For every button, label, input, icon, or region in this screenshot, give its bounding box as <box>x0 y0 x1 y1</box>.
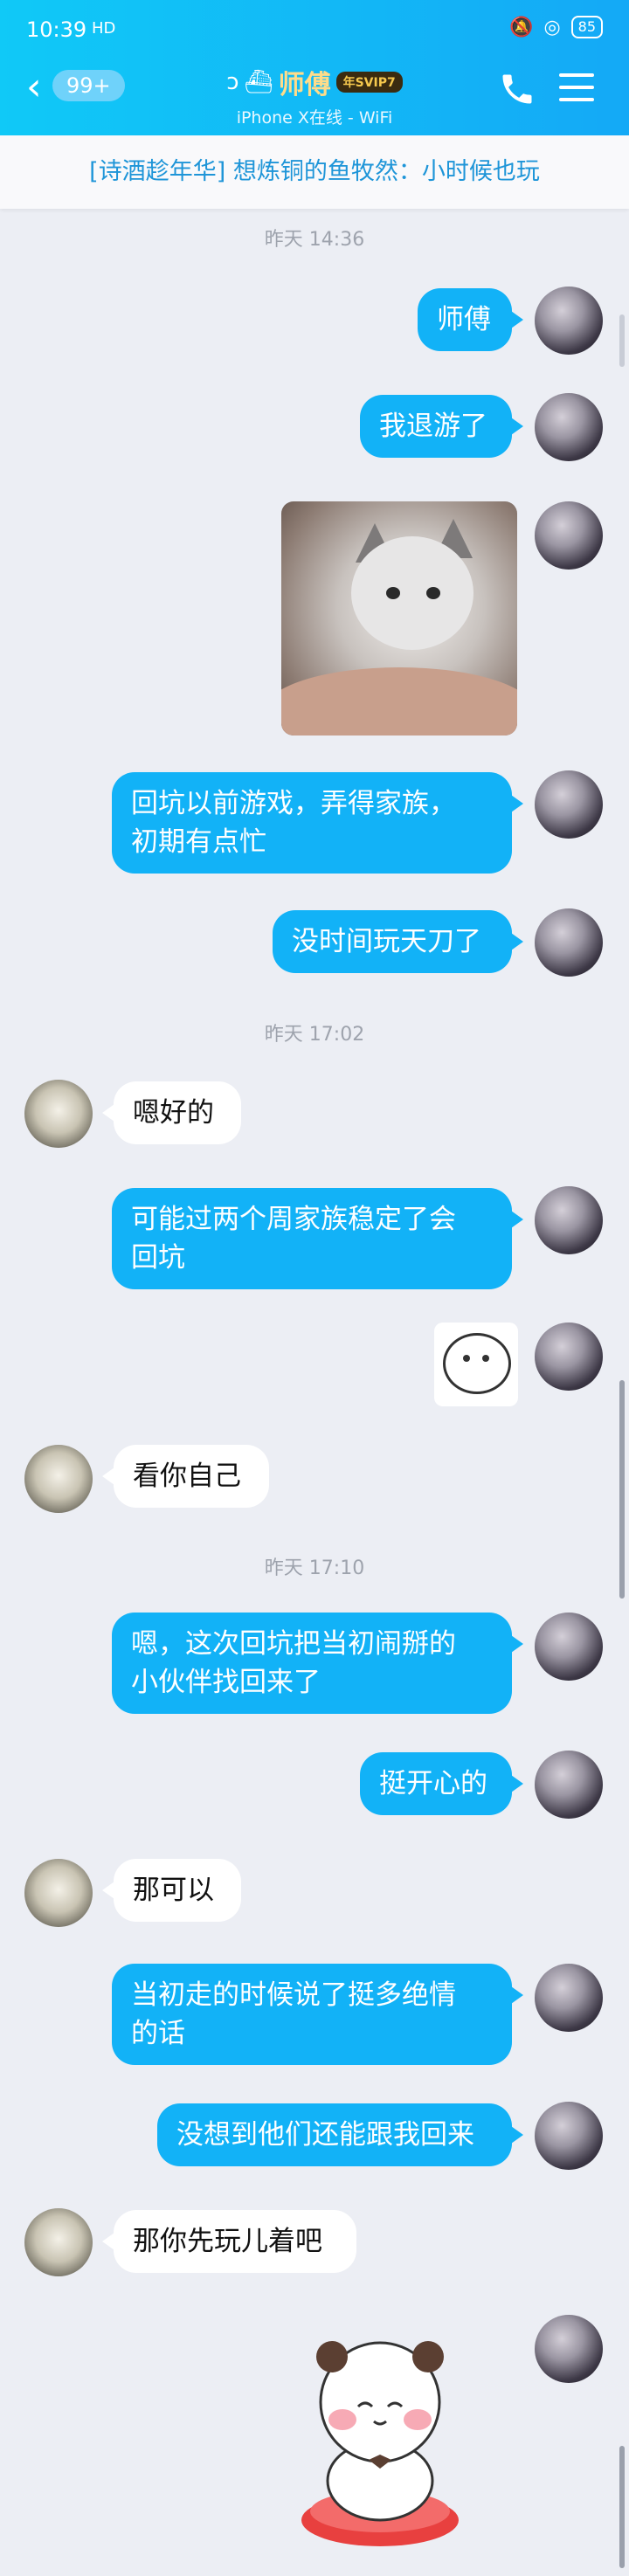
status-icons: 🔕 ◎ 85 <box>509 16 603 38</box>
timestamp: 昨天 14:36 <box>264 229 365 251</box>
my-avatar[interactable] <box>535 2315 603 2383</box>
outgoing-message[interactable]: 师傅 <box>418 288 512 351</box>
incoming-message[interactable]: 看你自己 <box>114 1445 269 1508</box>
blob-face-sticker[interactable] <box>434 1323 518 1406</box>
status-time: 10:39 <box>26 17 87 42</box>
incoming-message[interactable]: 那你先玩儿着吧 <box>114 2210 356 2273</box>
my-avatar[interactable] <box>535 2102 603 2170</box>
svip-badge: 年SVIP7 <box>335 72 403 93</box>
contact-name: 师傅 <box>278 70 331 100</box>
chat-header: 10:39 HD 🔕 ◎ 85 ‹ 99+ ↄ ⛴ 师傅 年SVIP7 iPho… <box>0 0 629 135</box>
outgoing-message[interactable]: 可能过两个周家族稳定了会 回坑 <box>112 1188 512 1289</box>
my-avatar[interactable] <box>535 1186 603 1254</box>
location-icon: ◎ <box>543 16 561 38</box>
nav-bar: ‹ 99+ ↄ ⛴ 师傅 年SVIP7 iPhone X在线 - WiFi <box>0 61 629 135</box>
bubble-tail <box>511 1211 523 1228</box>
outgoing-message[interactable]: 当初走的时候说了挺多绝情 的话 <box>112 1964 512 2065</box>
contact-avatar[interactable] <box>24 1080 93 1148</box>
contact-avatar[interactable] <box>24 2208 93 2276</box>
chat-title[interactable]: ↄ ⛴ 师傅 年SVIP7 iPhone X在线 - WiFi <box>201 63 428 128</box>
my-avatar[interactable] <box>535 287 603 355</box>
menu-icon[interactable] <box>559 73 594 105</box>
bubble-tail <box>511 795 523 812</box>
outgoing-message[interactable]: 我退游了 <box>360 395 512 458</box>
bubble-tail <box>102 1468 114 1485</box>
battery-icon: 85 <box>570 16 603 38</box>
my-avatar[interactable] <box>535 1751 603 1819</box>
outgoing-message[interactable]: 没时间玩天刀了 <box>273 910 512 973</box>
bubble-tail <box>511 1986 523 2004</box>
bubble-tail <box>511 311 523 328</box>
outgoing-message[interactable]: 嗯，这次回坑把当初闹掰的 小伙伴找回来了 <box>112 1613 512 1714</box>
sticker-eye <box>463 1355 470 1362</box>
bubble-tail <box>102 2233 114 2250</box>
outgoing-message[interactable]: 没想到他们还能跟我回来 <box>157 2103 512 2166</box>
bubble-tail <box>102 1104 114 1122</box>
back-chevron-icon[interactable]: ‹ <box>26 68 42 107</box>
sticker-eye <box>482 1355 489 1362</box>
cat-eye <box>426 587 440 599</box>
outgoing-message[interactable]: 挺开心的 <box>360 1752 512 1815</box>
bubble-tail <box>102 1882 114 1899</box>
timestamp: 昨天 17:02 <box>264 1024 365 1046</box>
cat-head <box>351 536 473 650</box>
scrollbar-thumb[interactable] <box>619 2446 625 2568</box>
bubble-tail <box>511 1775 523 1792</box>
phone-icon[interactable] <box>498 70 536 108</box>
bubble-tail <box>511 933 523 950</box>
mute-icon: 🔕 <box>509 16 534 38</box>
bubble-tail <box>511 418 523 435</box>
my-avatar[interactable] <box>535 770 603 839</box>
contact-avatar[interactable] <box>24 1859 93 1927</box>
ear-icon: ↄ <box>226 69 239 95</box>
my-avatar[interactable] <box>535 1613 603 1681</box>
group-notice-banner[interactable]: [诗酒趁年华] 想炼铜的鱼牧然：小时候也玩 <box>0 135 629 209</box>
hand-shape <box>281 667 517 736</box>
bubble-tail <box>511 2126 523 2144</box>
signal-indicator: HD <box>92 19 116 38</box>
incoming-message[interactable]: 嗯好的 <box>114 1081 241 1144</box>
timestamp: 昨天 17:10 <box>264 1557 365 1579</box>
outgoing-message[interactable]: 回坑以前游戏，弄得家族， 初期有点忙 <box>112 772 512 874</box>
bubble-tail <box>511 1635 523 1653</box>
panda-sticker[interactable] <box>288 2324 472 2551</box>
ship-icon: ⛴ <box>244 69 273 95</box>
incoming-message[interactable]: 那可以 <box>114 1859 241 1922</box>
contact-avatar[interactable] <box>24 1445 93 1513</box>
cat-eye <box>386 587 400 599</box>
my-avatar[interactable] <box>535 393 603 461</box>
kitten-photo[interactable] <box>281 501 517 736</box>
status-bar: 10:39 HD 🔕 ◎ 85 <box>0 0 629 61</box>
scrollbar-thumb[interactable] <box>619 1380 625 1599</box>
my-avatar[interactable] <box>535 501 603 570</box>
my-avatar[interactable] <box>535 1323 603 1391</box>
sticker-face-outline <box>443 1333 511 1394</box>
unread-count-badge[interactable]: 99+ <box>52 70 125 101</box>
scroll-indicator[interactable] <box>619 314 625 367</box>
my-avatar[interactable] <box>535 1964 603 2032</box>
my-avatar[interactable] <box>535 908 603 977</box>
online-status: iPhone X在线 - WiFi <box>236 108 393 128</box>
